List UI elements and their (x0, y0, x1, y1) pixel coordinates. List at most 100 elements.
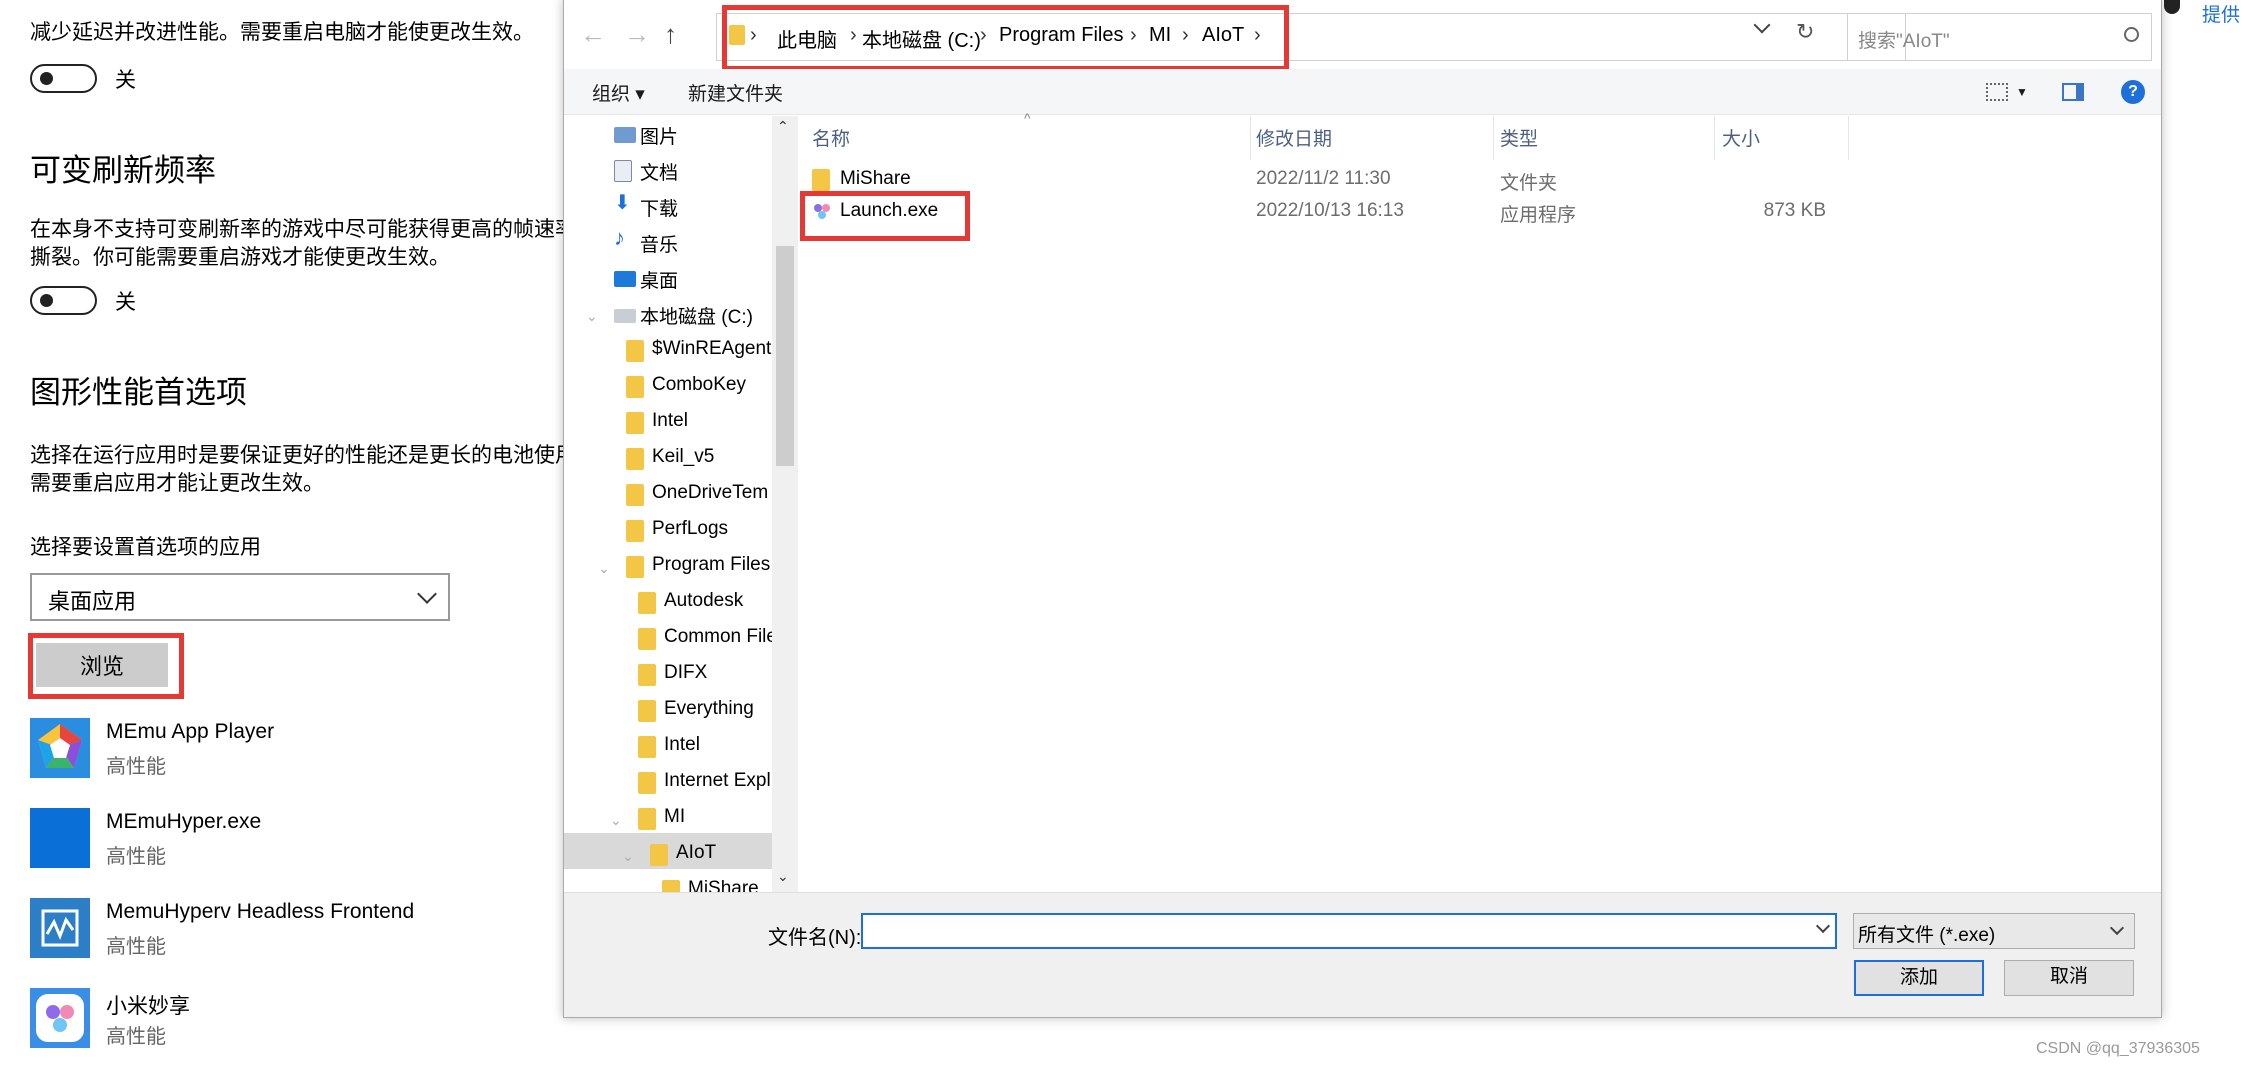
folder-icon (626, 340, 644, 362)
low-latency-description: 减少延迟并改进性能。需要重启电脑才能使更改生效。 (30, 21, 534, 44)
app-name: 小米妙享 (106, 995, 190, 1018)
app-type-dropdown[interactable]: 桌面应用 (30, 573, 450, 621)
folder-icon (626, 412, 644, 434)
column-header-name[interactable]: 名称 (812, 124, 850, 151)
chevron-down-icon (2109, 920, 2125, 936)
scroll-down-arrow-icon[interactable]: ⌄ (777, 868, 789, 885)
download-arrow-icon: ⬇ (614, 192, 631, 214)
tree-scrollbar[interactable]: ⌃ ⌄ (772, 116, 798, 892)
chevron-down-icon (417, 584, 437, 604)
vrr-description-line1: 在本身不支持可变刷新率的游戏中尽可能获得更高的帧速率 (30, 218, 576, 241)
memu-app-icon (30, 718, 90, 778)
column-header-size[interactable]: 大小 (1722, 124, 1760, 151)
app-list-item[interactable]: 小米妙享 高性能 (30, 988, 550, 1050)
filename-input[interactable] (861, 913, 1837, 949)
folder-icon (626, 520, 644, 542)
file-open-dialog: ← → ↑ › 此电脑 › 本地磁盘 (C:) › Program Files … (563, 0, 2162, 1018)
vrr-heading: 可变刷新频率 (30, 153, 216, 188)
search-icon (2124, 27, 2139, 42)
watermark: CSDN @qq_37936305 (2036, 1040, 2200, 1057)
up-arrow-icon[interactable]: ↑ (664, 19, 677, 50)
search-input[interactable]: 搜索"AIoT" (1847, 13, 2152, 61)
tree-selection-highlight (564, 833, 774, 869)
app-preference: 高性能 (106, 756, 166, 778)
desktop-icon (614, 271, 636, 287)
refresh-icon[interactable]: ↻ (1796, 19, 1814, 45)
provide-link[interactable]: 提供 (2202, 0, 2240, 27)
documents-icon (614, 160, 632, 182)
vrr-toggle[interactable] (30, 286, 97, 315)
folder-icon (626, 484, 644, 506)
folder-icon (626, 376, 644, 398)
app-list-item[interactable]: MEmuHyper.exe 高性能 (30, 808, 550, 870)
view-options-icon[interactable] (1986, 83, 2008, 101)
folder-icon (638, 592, 656, 614)
folder-icon (638, 664, 656, 686)
folder-icon (626, 556, 644, 578)
file-name: MiShare (840, 168, 911, 189)
expanded-chevron-icon[interactable]: ⌄ (610, 812, 622, 829)
highlight-box-browse (28, 633, 184, 699)
column-header-date[interactable]: 修改日期 (1256, 124, 1332, 151)
music-note-icon: ♪ (614, 225, 625, 250)
pictures-icon (614, 127, 636, 143)
mishare-app-icon (30, 988, 90, 1048)
scroll-thumb[interactable] (776, 246, 794, 466)
folder-icon (662, 880, 680, 892)
app-list-item[interactable]: MEmu App Player 高性能 (30, 718, 550, 780)
file-type: 应用程序 (1500, 205, 1577, 226)
organize-button[interactable]: 组织 ▾ (592, 79, 645, 106)
preview-pane-icon[interactable] (2062, 83, 2084, 101)
folder-icon (638, 628, 656, 650)
column-header-type[interactable]: 类型 (1500, 124, 1538, 151)
back-arrow-icon[interactable]: ← (580, 19, 606, 50)
app-name: MemuHyperv Headless Frontend (106, 900, 415, 923)
memuhyperv-app-icon (30, 898, 90, 958)
app-list-item[interactable]: MemuHyperv Headless Frontend 高性能 (30, 898, 550, 960)
folder-icon (650, 844, 668, 866)
app-preference: 高性能 (106, 846, 166, 868)
app-preference: 高性能 (106, 936, 166, 958)
memuhyper-app-icon (30, 808, 90, 868)
app-preference: 高性能 (106, 1026, 166, 1048)
expanded-chevron-icon[interactable]: ⌄ (598, 560, 610, 577)
new-folder-button[interactable]: 新建文件夹 (688, 79, 783, 106)
navigation-tree: 图片 文档 ⬇ 下载 ♪ 音乐 桌面 ⌄ 本地磁盘 (C:) $WinREAgent… (564, 116, 797, 892)
file-type-filter[interactable]: 所有文件 (*.exe) (1853, 913, 2135, 949)
app-name: MEmuHyper.exe (106, 810, 262, 833)
forward-arrow-icon[interactable]: → (624, 19, 650, 50)
file-type: 文件夹 (1500, 173, 1558, 194)
person-icon (2164, 0, 2180, 14)
address-bar-row: ← → ↑ › 此电脑 › 本地磁盘 (C:) › Program Files … (564, 0, 2161, 77)
app-name: MEmu App Player (106, 720, 275, 743)
search-placeholder: 搜索"AIoT" (1858, 31, 1950, 52)
folder-icon (812, 169, 830, 191)
expanded-chevron-icon[interactable]: ⌄ (586, 308, 598, 325)
view-menu-chevron-icon[interactable]: ▼ (2016, 85, 2028, 99)
select-app-label: 选择要设置首选项的应用 (30, 536, 261, 559)
filter-value: 所有文件 (*.exe) (1858, 925, 1996, 946)
file-size: 873 KB (1763, 200, 1826, 221)
file-list: 名称 ^ 修改日期 类型 大小 MiShare 2022/11/2 11:30 … (798, 110, 2161, 892)
folder-icon (626, 448, 644, 470)
highlight-box-launch (800, 191, 970, 241)
help-icon[interactable]: ? (2121, 80, 2145, 104)
toggle-state-label: 关 (115, 69, 136, 92)
app-type-value: 桌面应用 (48, 589, 137, 614)
folder-icon (638, 772, 656, 794)
highlight-box-path (722, 5, 1289, 71)
expanded-chevron-icon[interactable]: ⌄ (622, 848, 634, 865)
folder-icon (638, 736, 656, 758)
sort-indicator-icon: ^ (1024, 110, 1031, 126)
toggle-state-label: 关 (115, 291, 136, 314)
file-date: 2022/11/2 11:30 (1256, 168, 1391, 189)
scroll-up-arrow-icon[interactable]: ⌃ (777, 118, 789, 135)
graphics-preference-heading: 图形性能首选项 (30, 375, 247, 410)
add-button[interactable]: 添加 (1854, 960, 1984, 996)
dialog-bottom-bar: 文件名(N): 所有文件 (*.exe) 添加 取消 (564, 892, 2161, 1017)
cancel-button[interactable]: 取消 (2004, 960, 2134, 996)
filename-label: 文件名(N): (768, 927, 862, 949)
low-latency-toggle[interactable] (30, 64, 97, 93)
graphics-description-line1: 选择在运行应用时是要保证更好的性能还是更长的电池使用 (30, 444, 576, 467)
drive-icon (614, 309, 636, 323)
